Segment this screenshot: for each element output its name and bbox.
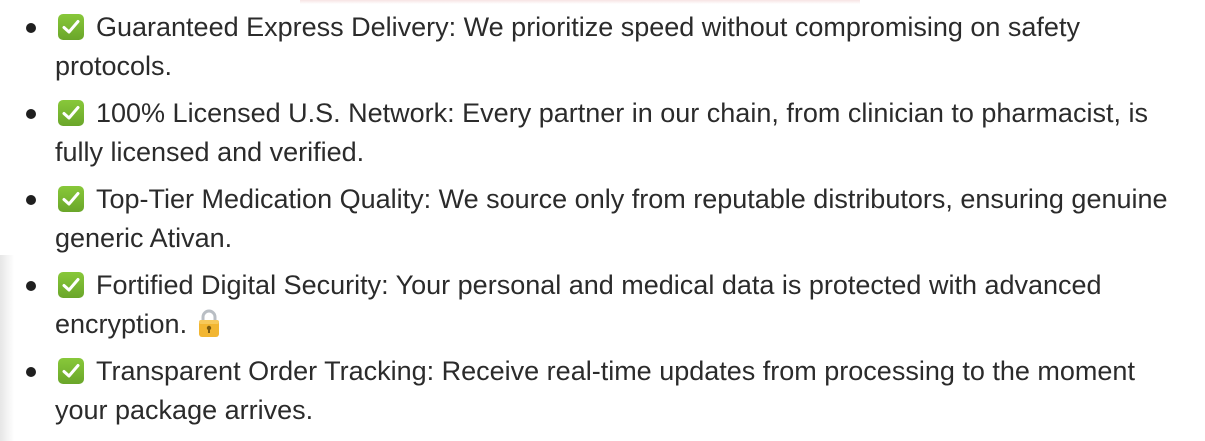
checkmark-icon: [58, 100, 84, 126]
list-item: Top-Tier Medication Quality: We source o…: [0, 180, 1205, 258]
feature-list: Guaranteed Express Delivery: We prioriti…: [0, 8, 1205, 438]
feature-text: Transparent Order Tracking: Receive real…: [55, 356, 1135, 425]
bullet-icon: [26, 367, 36, 377]
list-item: Fortified Digital Security: Your persona…: [0, 266, 1205, 344]
checkmark-icon: [58, 14, 84, 40]
checkmark-icon: [58, 272, 84, 298]
background-shade-top: [300, 0, 860, 4]
list-item: Transparent Order Tracking: Receive real…: [0, 352, 1205, 430]
list-item: Guaranteed Express Delivery: We prioriti…: [0, 8, 1205, 86]
checkmark-icon: [58, 358, 84, 384]
bullet-icon: [26, 195, 36, 205]
bullet-icon: [26, 281, 36, 291]
list-item: 100% Licensed U.S. Network: Every partne…: [0, 94, 1205, 172]
lock-icon: [197, 308, 221, 338]
feature-text: Guaranteed Express Delivery: We prioriti…: [55, 12, 1080, 81]
feature-text: 100% Licensed U.S. Network: Every partne…: [55, 98, 1148, 167]
bullet-icon: [26, 23, 36, 33]
checkmark-icon: [58, 186, 84, 212]
feature-text: Top-Tier Medication Quality: We source o…: [55, 184, 1168, 253]
bullet-icon: [26, 109, 36, 119]
